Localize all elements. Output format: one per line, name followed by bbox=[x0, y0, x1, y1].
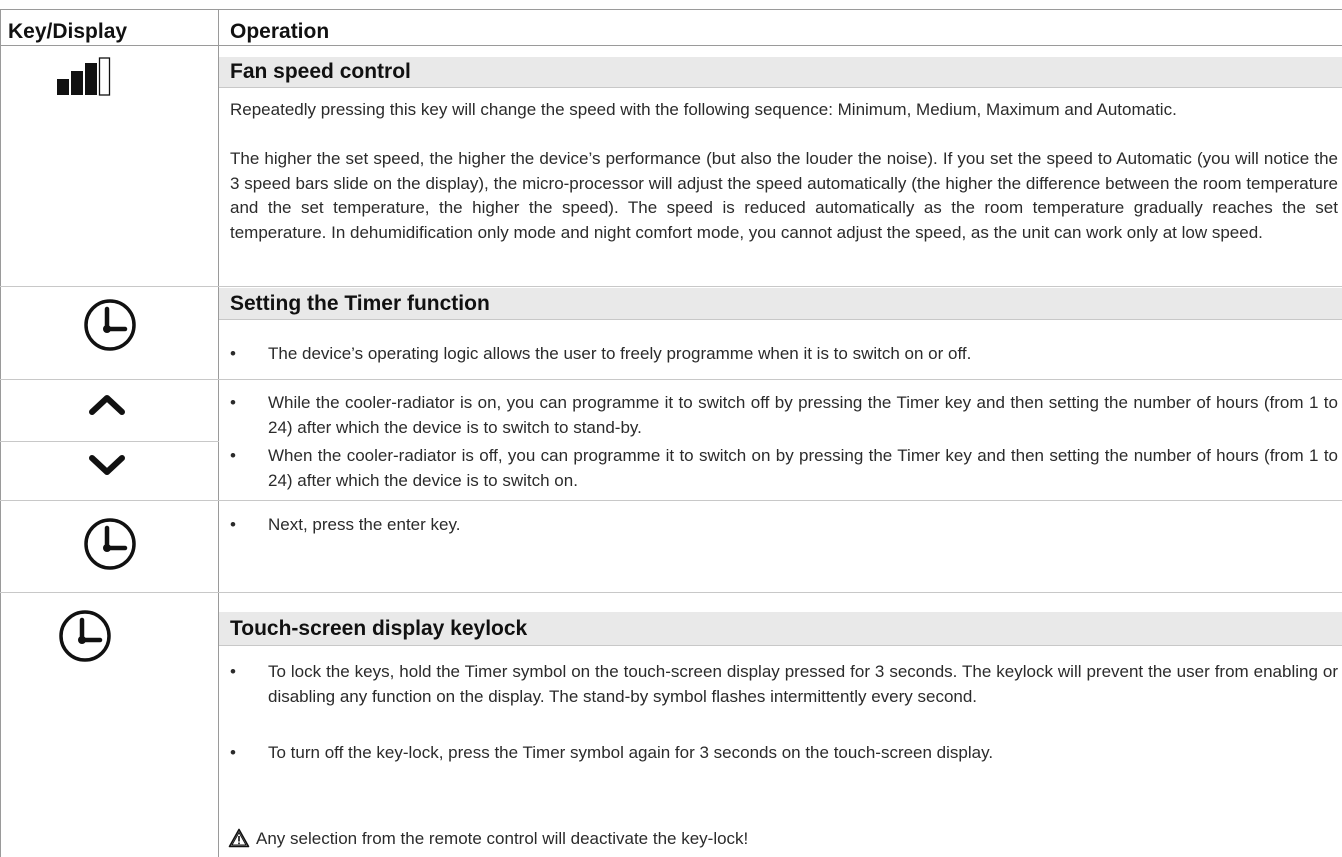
keylock-warning-text: Any selection from the remote control wi… bbox=[256, 829, 749, 848]
updown-bullet-1-text: While the cooler-radiator is on, you can… bbox=[268, 393, 1338, 437]
header-bottom-border bbox=[0, 45, 1342, 46]
chevron-up-icon bbox=[89, 395, 125, 415]
bullet-dot: • bbox=[230, 446, 236, 465]
header-key-display: Key/Display bbox=[8, 20, 128, 43]
bullet-dot: • bbox=[230, 743, 236, 762]
fan-speed-title: Fan speed control bbox=[230, 60, 411, 83]
clock-icon bbox=[84, 299, 136, 351]
timer-title: Setting the Timer function bbox=[230, 292, 490, 315]
table-top-border bbox=[0, 9, 1342, 10]
row-divider bbox=[0, 500, 1342, 501]
fan-paragraph-2: The higher the set speed, the higher the… bbox=[230, 149, 1338, 242]
fan-paragraph-1: Repeatedly pressing this key will change… bbox=[230, 100, 1177, 119]
bullet-dot: • bbox=[230, 515, 236, 534]
keylock-bullet-1-text: To lock the keys, hold the Timer symbol … bbox=[268, 662, 1338, 706]
enter-bullet-text: Next, press the enter key. bbox=[268, 515, 461, 534]
updown-bullet-2: • When the cooler-radiator is off, you c… bbox=[230, 444, 1338, 493]
row-divider bbox=[0, 286, 1342, 287]
divider bbox=[219, 87, 1342, 88]
row-divider bbox=[0, 592, 1342, 593]
enter-bullet: • Next, press the enter key. bbox=[230, 513, 1338, 538]
updown-bullet-2-text: When the cooler-radiator is off, you can… bbox=[268, 446, 1338, 490]
header-operation: Operation bbox=[230, 20, 330, 43]
keylock-bullet-2-text: To turn off the key-lock, press the Time… bbox=[268, 743, 994, 762]
chevron-down-icon bbox=[89, 455, 125, 475]
column-divider bbox=[218, 9, 219, 857]
key-divider bbox=[0, 441, 219, 442]
warning-triangle-icon bbox=[228, 828, 250, 848]
timer-bullet: • The device’s operating logic allows th… bbox=[230, 342, 1338, 367]
table-left-border bbox=[0, 9, 1, 857]
divider bbox=[219, 319, 1342, 320]
bullet-dot: • bbox=[230, 344, 236, 363]
fan-speed-bars-icon bbox=[57, 57, 111, 96]
divider bbox=[219, 645, 1342, 646]
bullet-dot: • bbox=[230, 393, 236, 412]
bullet-dot: • bbox=[230, 662, 236, 681]
clock-icon bbox=[59, 610, 111, 662]
keylock-warning: Any selection from the remote control wi… bbox=[228, 828, 749, 849]
keylock-bullet-1: • To lock the keys, hold the Timer symbo… bbox=[230, 660, 1338, 709]
keylock-title: Touch-screen display keylock bbox=[230, 617, 528, 640]
timer-bullet-text: The device’s operating logic allows the … bbox=[268, 344, 972, 363]
row-divider bbox=[0, 379, 1342, 380]
keylock-bullet-2: • To turn off the key-lock, press the Ti… bbox=[230, 741, 1338, 766]
clock-icon bbox=[84, 518, 136, 570]
updown-bullet-1: • While the cooler-radiator is on, you c… bbox=[230, 391, 1338, 440]
